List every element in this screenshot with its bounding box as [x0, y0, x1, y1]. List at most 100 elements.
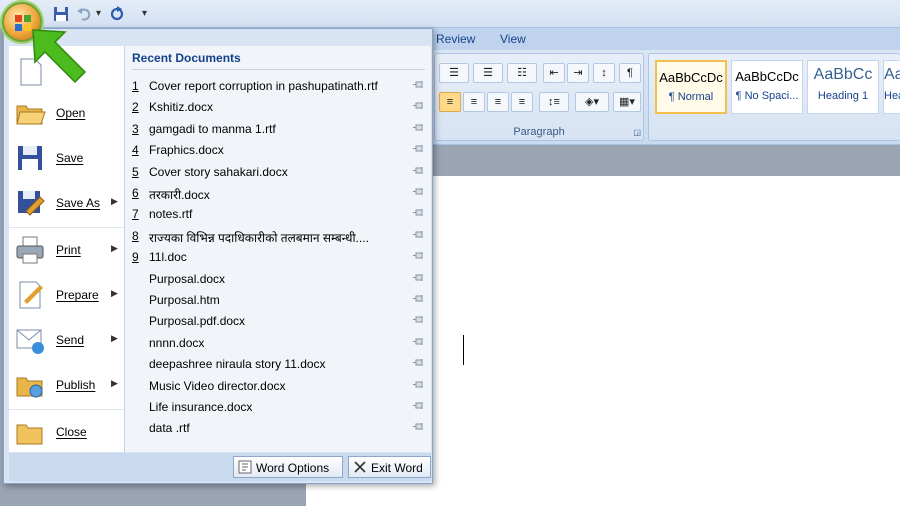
- exit-word-button[interactable]: Exit Word: [348, 456, 431, 478]
- style-heading-1[interactable]: AaBbCc Heading 1: [807, 60, 879, 114]
- menu-item-save[interactable]: Save: [9, 138, 124, 178]
- recent-document-name: Music Video director.docx: [149, 378, 286, 393]
- pin-icon[interactable]: [412, 251, 425, 262]
- pin-icon[interactable]: [412, 294, 425, 305]
- menu-item-print[interactable]: Print ▶: [9, 230, 124, 270]
- pin-icon[interactable]: [412, 273, 425, 284]
- recent-documents-panel: Recent Documents 1 Cover report corruptio…: [125, 46, 431, 452]
- recent-document-name: Cover report corruption in pashupatinath…: [149, 79, 378, 93]
- dialog-launcher-icon[interactable]: ◲: [633, 128, 641, 137]
- menu-item-save-as[interactable]: Save As ▶: [9, 183, 124, 223]
- style-name: ¶ Normal: [668, 91, 714, 103]
- recent-document-name: deepashree niraula story 11.docx: [149, 357, 326, 372]
- undo-dropdown-icon[interactable]: ▾: [96, 8, 101, 19]
- options-icon: [238, 460, 252, 474]
- exit-icon: [354, 461, 366, 473]
- style-heading-2[interactable]: AaBb Hea: [883, 60, 900, 114]
- recent-document-item[interactable]: 9 11l.doc: [132, 247, 425, 267]
- recent-document-item[interactable]: nnnn.docx: [132, 333, 425, 353]
- borders-icon[interactable]: ▦▾: [613, 92, 641, 112]
- recent-document-number: 5: [132, 164, 139, 179]
- style-name: Hea: [884, 90, 900, 102]
- prepare-icon: [19, 281, 43, 309]
- recent-document-item[interactable]: deepashree niraula story 11.docx: [132, 354, 425, 374]
- recent-document-item[interactable]: 3 gamgadi to manma 1.rtf: [132, 119, 425, 139]
- customize-toolbar-icon[interactable]: ▾: [142, 8, 147, 19]
- pin-icon[interactable]: [412, 208, 425, 219]
- recent-document-item[interactable]: data .rtf: [132, 418, 425, 438]
- pin-icon[interactable]: [412, 358, 425, 369]
- align-center-icon[interactable]: ≡: [463, 92, 485, 112]
- sort-icon[interactable]: ↕: [593, 63, 615, 83]
- recent-document-item[interactable]: Purposal.docx: [132, 269, 425, 289]
- pin-icon[interactable]: [412, 123, 425, 134]
- show-formatting-icon[interactable]: ¶: [619, 63, 641, 83]
- align-right-icon[interactable]: ≡: [487, 92, 509, 112]
- send-icon: [16, 329, 44, 354]
- menu-item-publish[interactable]: Publish ▶: [9, 365, 124, 405]
- recent-document-item[interactable]: Purposal.pdf.docx: [132, 311, 425, 331]
- recent-document-number: 9: [132, 250, 139, 265]
- word-options-button[interactable]: Word Options: [233, 456, 343, 478]
- menu-label: Send: [56, 333, 85, 347]
- increase-indent-icon[interactable]: ⇥: [567, 63, 589, 83]
- shading-icon[interactable]: ◈▾: [575, 92, 609, 112]
- menu-item-open[interactable]: Open: [9, 93, 124, 133]
- style-normal[interactable]: AaBbCcDc ¶ Normal: [655, 60, 727, 114]
- pin-icon[interactable]: [412, 187, 425, 198]
- style-sample: AaBb: [884, 66, 900, 83]
- quick-access-toolbar: ▾ ▾: [0, 0, 900, 28]
- pin-icon[interactable]: [412, 315, 425, 326]
- menu-footer: Word Options Exit Word: [9, 453, 431, 481]
- pin-icon[interactable]: [412, 401, 425, 412]
- office-menu: Open Save Save As ▶ Print ▶ Prepare ▶ Se…: [3, 28, 433, 484]
- paragraph-group: ☰ ☰ ☷ ⇤ ⇥ ↕ ¶ ≡ ≡ ≡ ≡ ↕≡ ◈▾ ▦▾ Paragraph…: [434, 53, 644, 141]
- recent-document-number: 4: [132, 143, 139, 158]
- recent-document-number: 3: [132, 121, 139, 136]
- recent-document-name: Purposal.htm: [149, 293, 220, 307]
- recent-document-item[interactable]: 4 Fraphics.docx: [132, 140, 425, 160]
- recent-divider: [132, 69, 425, 70]
- pin-icon[interactable]: [412, 144, 425, 155]
- recent-document-item[interactable]: Music Video director.docx: [132, 376, 425, 396]
- pin-icon[interactable]: [412, 337, 425, 348]
- recent-document-item[interactable]: Life insurance.docx: [132, 397, 425, 417]
- menu-label: Open: [56, 106, 86, 120]
- recent-document-item[interactable]: Purposal.htm: [132, 290, 425, 310]
- ribbon: Review View ☰ ☰ ☷ ⇤ ⇥ ↕ ¶ ≡ ≡ ≡ ≡ ↕≡ ◈▾ …: [432, 28, 900, 145]
- recent-document-item[interactable]: 1 Cover report corruption in pashupatinat…: [132, 76, 425, 96]
- menu-commands: Open Save Save As ▶ Print ▶ Prepare ▶ Se…: [9, 46, 124, 452]
- bullets-icon[interactable]: ☰: [439, 63, 469, 83]
- align-left-icon[interactable]: ≡: [439, 92, 461, 112]
- decrease-indent-icon[interactable]: ⇤: [543, 63, 565, 83]
- recent-document-item[interactable]: 2 Kshitiz.docx: [132, 97, 425, 117]
- style-no-spacing[interactable]: AaBbCcDc ¶ No Spaci...: [731, 60, 803, 114]
- pin-icon[interactable]: [412, 422, 425, 433]
- multilevel-list-icon[interactable]: ☷: [507, 63, 537, 83]
- text-cursor: [463, 335, 464, 365]
- recent-document-number: 1: [132, 79, 139, 93]
- recent-document-item[interactable]: 7 notes.rtf: [132, 204, 425, 224]
- recent-document-item[interactable]: 6 तरकारी.docx: [132, 183, 425, 203]
- tab-review[interactable]: Review: [436, 32, 475, 46]
- line-spacing-icon[interactable]: ↕≡: [539, 92, 569, 112]
- pin-icon[interactable]: [412, 101, 425, 112]
- pin-icon[interactable]: [412, 230, 425, 241]
- menu-label: Save As: [56, 196, 101, 210]
- numbering-icon[interactable]: ☰: [473, 63, 503, 83]
- menu-item-close[interactable]: Close: [9, 412, 124, 452]
- recent-document-item[interactable]: 5 Cover story sahakari.docx: [132, 162, 425, 182]
- recent-document-item[interactable]: 8 राज्यका विभिन्न पदाधिकारीको तलबमान सम्ब…: [132, 226, 425, 246]
- exit-word-label: Exit Word: [371, 461, 423, 475]
- undo-icon[interactable]: [76, 5, 94, 23]
- pin-icon[interactable]: [412, 166, 425, 177]
- redo-icon[interactable]: [108, 5, 126, 23]
- save-icon[interactable]: [52, 5, 70, 23]
- menu-item-prepare[interactable]: Prepare ▶: [9, 275, 124, 315]
- pin-icon[interactable]: [412, 80, 425, 91]
- pin-icon[interactable]: [412, 380, 425, 391]
- justify-icon[interactable]: ≡: [511, 92, 533, 112]
- menu-item-send[interactable]: Send ▶: [9, 320, 124, 360]
- tab-view[interactable]: View: [500, 32, 526, 46]
- recent-document-name: Fraphics.docx: [149, 143, 224, 158]
